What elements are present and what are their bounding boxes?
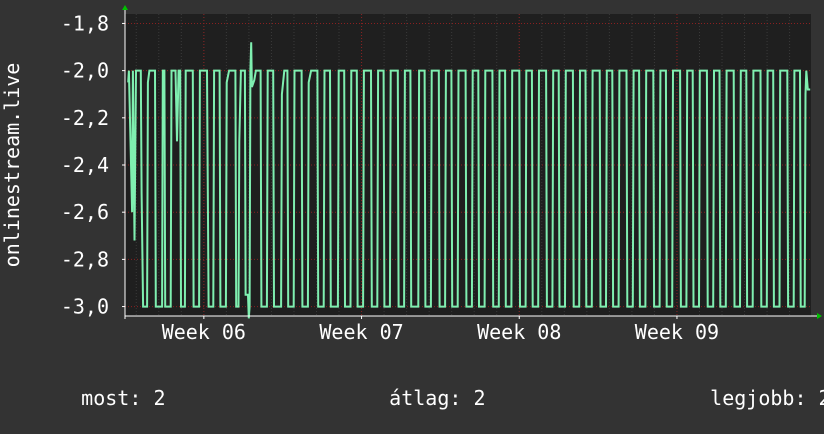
- current-stat-value: 2: [153, 386, 166, 410]
- x-axis-arrow: [817, 313, 822, 319]
- y-tick-label: -2,8: [61, 247, 109, 271]
- y-axis-arrow: [122, 5, 128, 10]
- x-tick-label: Week 09: [635, 320, 719, 344]
- chart-svg: -1,8-2,0-2,2-2,4-2,6-2,8-3,0 Week 06 Week…: [0, 5, 822, 344]
- y-tick-labels: -1,8 -2,0 -2,2 -2,4 -2,6 -2,8 -3,0: [61, 11, 109, 318]
- current-stat-label: most:: [81, 386, 142, 410]
- x-tick-label: Week 06: [162, 320, 246, 344]
- average-stat-value: 2: [473, 386, 486, 410]
- y-tick-label: -2,2: [61, 106, 109, 130]
- max-stat-value: 2: [819, 386, 824, 410]
- max-stat: legjobb: 2: [662, 362, 824, 434]
- y-tick-label: -2,4: [61, 153, 109, 177]
- y-tick-label: -3,0: [61, 295, 109, 319]
- average-stat-label: átlag:: [389, 386, 462, 410]
- average-stat: átlag: 2: [341, 362, 486, 434]
- x-tick-label: Week 07: [319, 320, 403, 344]
- y-tick-label: -1,8: [61, 11, 109, 35]
- chart: -1,8 -2,0 -2,2 -2,4 -2,6 -2,8 -3,0 Week 06 Week…: [0, 0, 824, 410]
- y-tick-label: -2,0: [61, 59, 109, 83]
- x-tick-labels: Week 06 Week 07 Week 08 Week 09: [162, 320, 719, 344]
- current-stat: most: 2: [33, 362, 165, 434]
- y-axis-label: onlinestream.live: [0, 63, 24, 268]
- y-tick-label: -2,6: [61, 200, 109, 224]
- max-stat-label: legjobb:: [710, 386, 807, 410]
- x-tick-label: Week 08: [477, 320, 561, 344]
